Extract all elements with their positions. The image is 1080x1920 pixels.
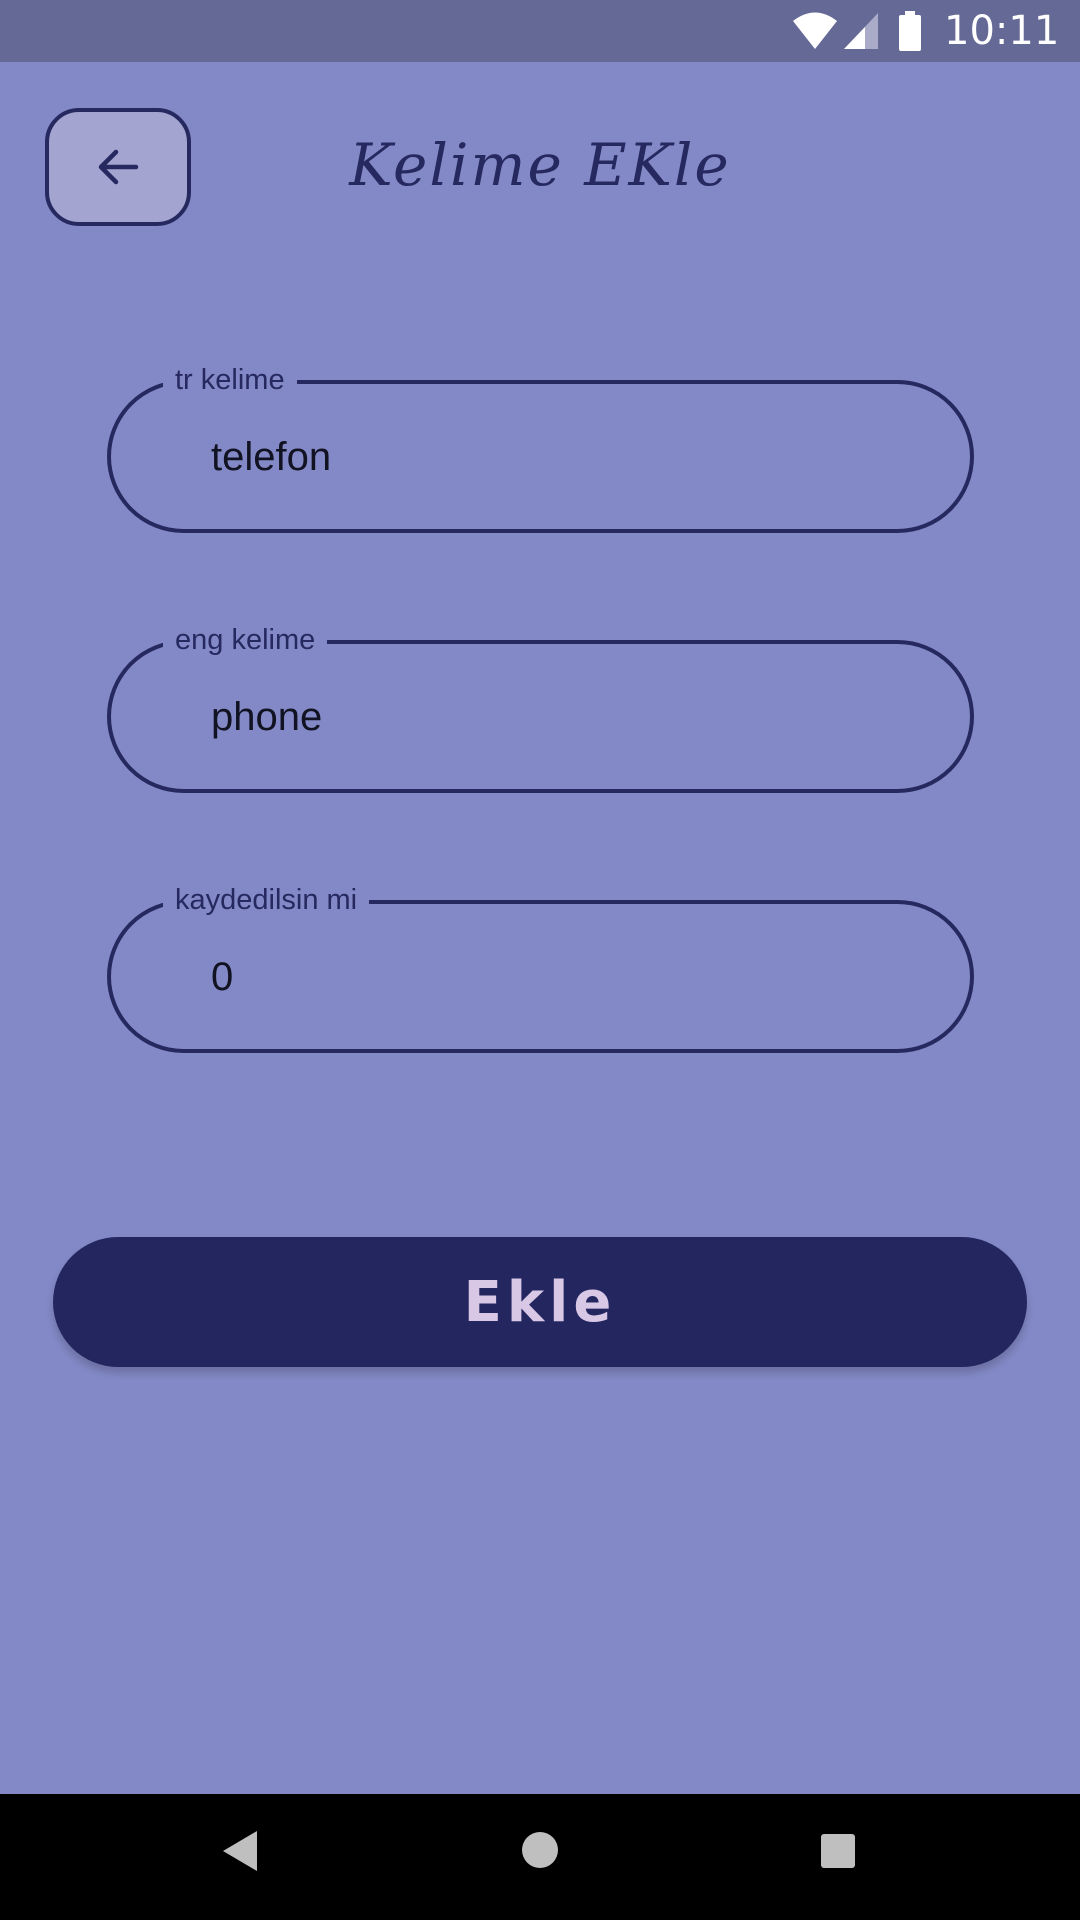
tr-word-input[interactable] bbox=[211, 429, 910, 485]
system-nav-bar bbox=[0, 1794, 1080, 1920]
cell-signal-icon bbox=[844, 13, 878, 49]
nav-recents-icon[interactable] bbox=[821, 1834, 855, 1868]
wifi-icon bbox=[793, 12, 837, 49]
back-button[interactable] bbox=[45, 108, 191, 226]
tr-word-field[interactable]: tr kelime bbox=[107, 362, 974, 533]
save-flag-input[interactable] bbox=[211, 949, 910, 1005]
status-time: 10:11 bbox=[944, 8, 1060, 54]
eng-word-label: eng kelime bbox=[163, 622, 328, 658]
nav-home-icon[interactable] bbox=[521, 1831, 559, 1869]
tr-word-label: tr kelime bbox=[163, 362, 297, 398]
nav-back-icon[interactable] bbox=[221, 1829, 259, 1873]
battery-icon bbox=[899, 11, 921, 51]
save-flag-label: kaydedilsin mi bbox=[163, 882, 370, 918]
page-title: Kelime EKle bbox=[349, 131, 731, 199]
status-bar: 10:11 bbox=[0, 0, 1080, 62]
add-button[interactable]: Ekle bbox=[53, 1237, 1027, 1367]
eng-word-input[interactable] bbox=[211, 689, 910, 745]
save-flag-field[interactable]: kaydedilsin mi bbox=[107, 882, 974, 1053]
eng-word-field[interactable]: eng kelime bbox=[107, 622, 974, 793]
arrow-left-icon bbox=[98, 149, 139, 185]
